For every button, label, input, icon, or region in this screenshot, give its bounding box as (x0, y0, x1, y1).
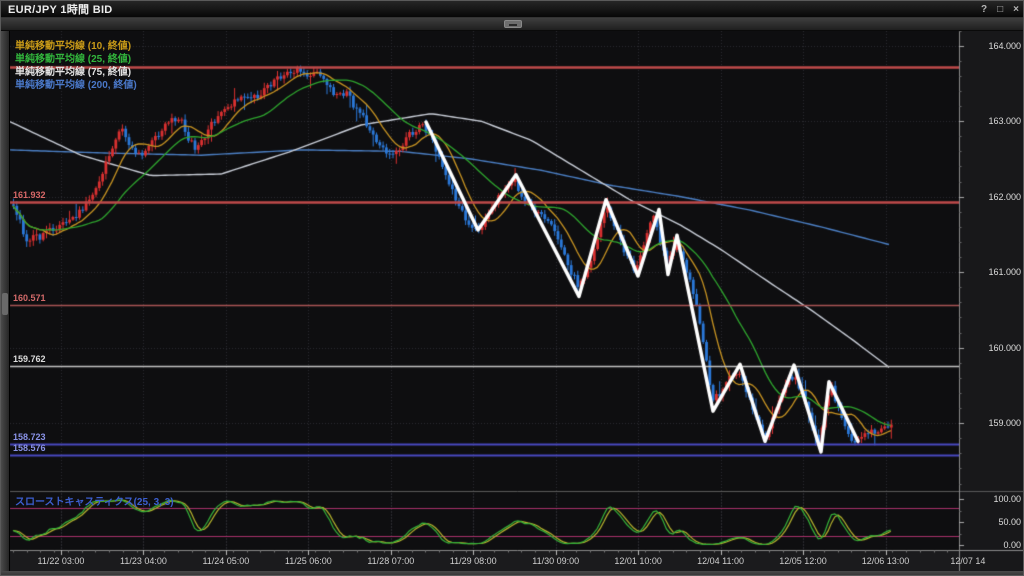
window-bottom-frame (1, 571, 1024, 576)
maximize-icon[interactable]: □ (997, 1, 1003, 18)
panel-resize-handle[interactable] (2, 293, 8, 315)
close-icon[interactable]: × (1013, 1, 1019, 18)
window-title: EUR/JPY 1時間 BID (1, 1, 113, 17)
price-chart-canvas[interactable] (1, 1, 1024, 576)
toolbar (1, 18, 1024, 31)
window-controls: ? □ × (981, 1, 1019, 18)
left-panel-strip (1, 31, 10, 571)
chart-window: EUR/JPY 1時間 BID ? □ × 単純移動平均線 (10, 終値)単純… (0, 0, 1024, 576)
title-bar: EUR/JPY 1時間 BID ? □ × (1, 1, 1024, 18)
toolbar-collapse-handle[interactable] (504, 20, 522, 28)
help-icon[interactable]: ? (981, 1, 987, 18)
